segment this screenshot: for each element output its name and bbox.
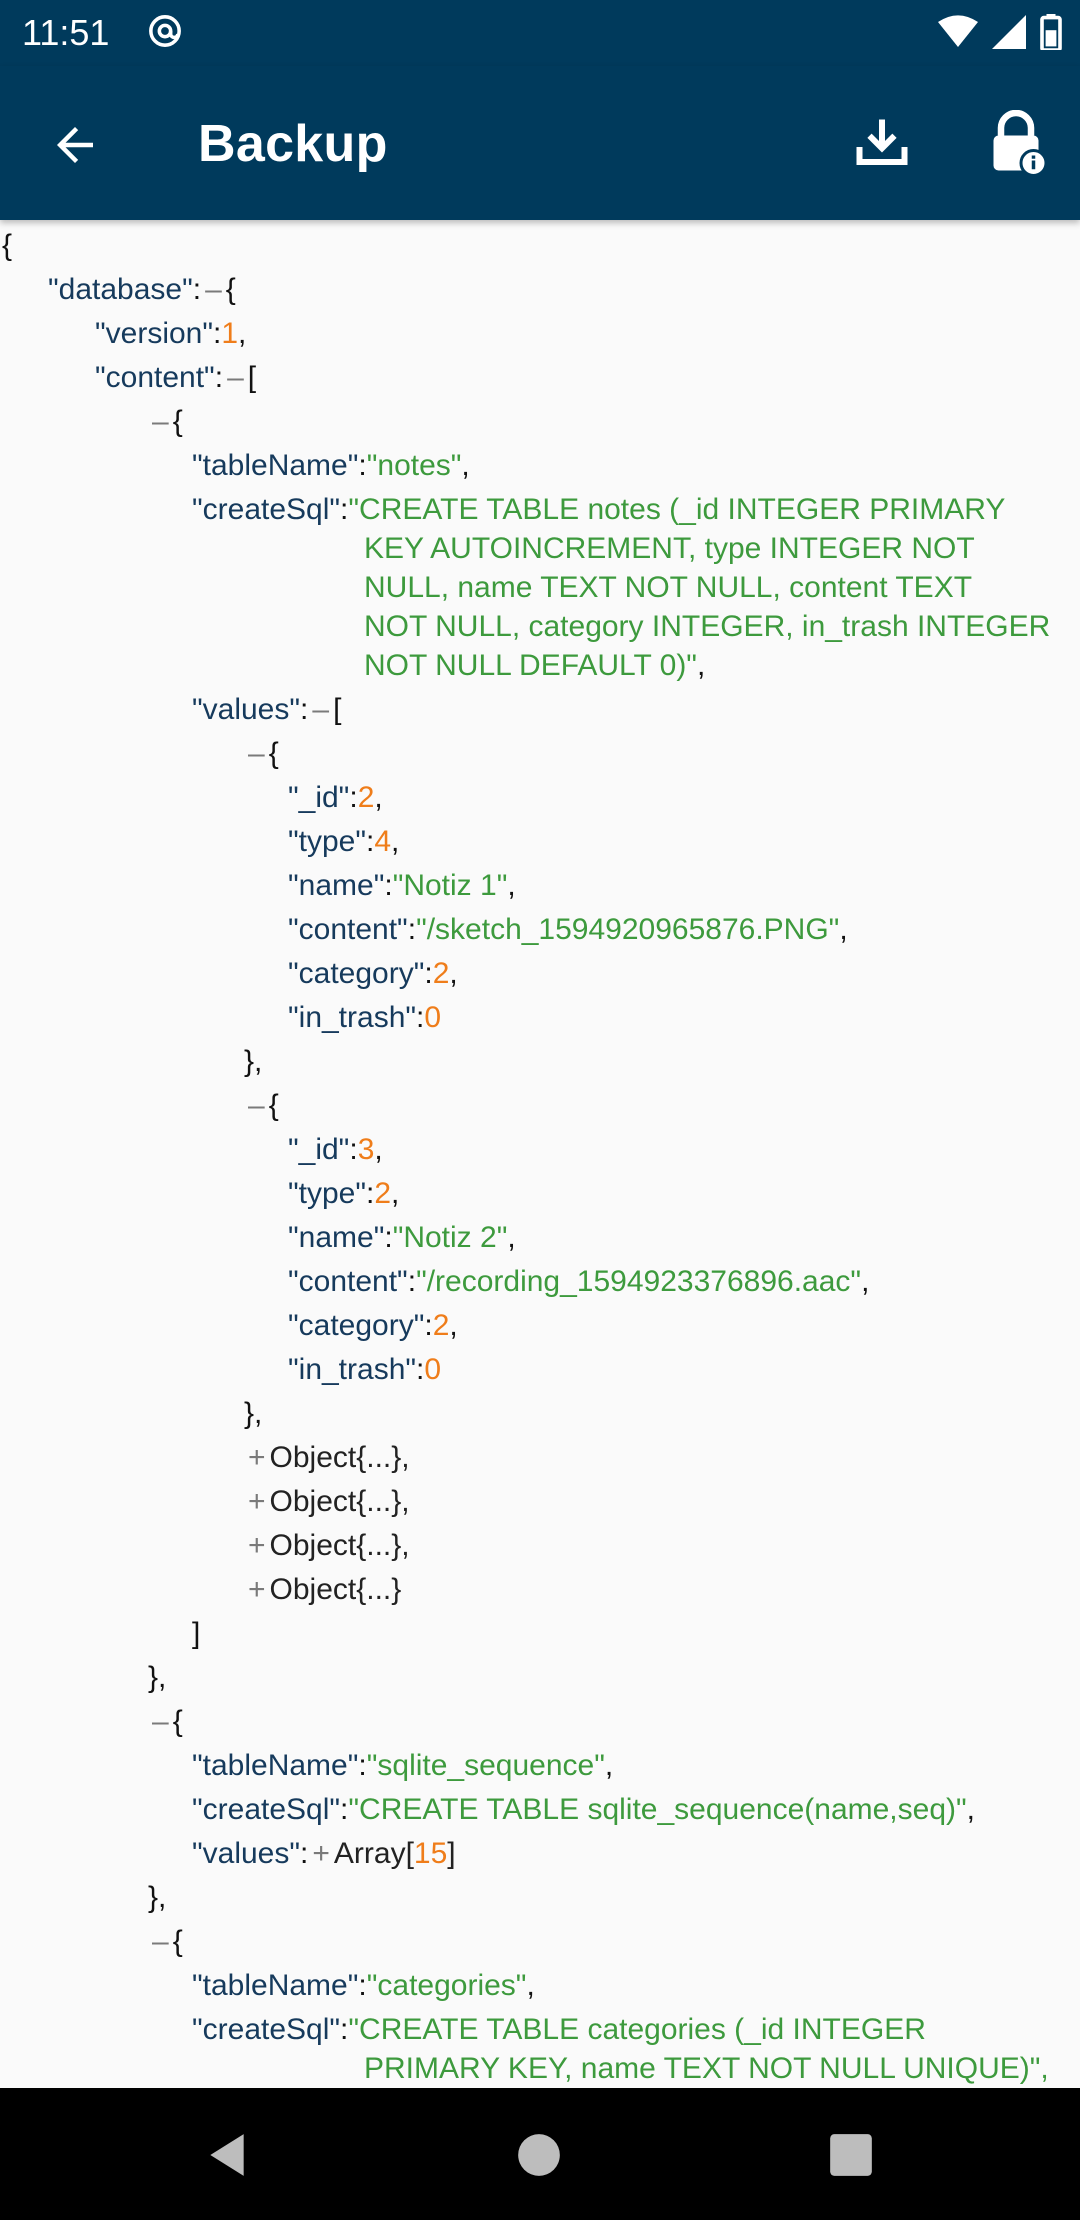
collapse-toggle[interactable]: –: [223, 361, 248, 394]
json-line-createsql-wrap: NULL, name TEXT NOT NULL, content TEXT: [364, 571, 973, 604]
json-line-content: "content": –[: [95, 361, 257, 394]
status-bar: 11:51: [0, 0, 1080, 66]
at-sign-icon: [149, 15, 181, 47]
json-line-database: "database": –{: [48, 273, 236, 306]
json-line-field: "category":2,: [288, 1309, 458, 1342]
collapse-toggle[interactable]: –: [148, 1925, 173, 1958]
nav-back-icon[interactable]: [202, 2130, 252, 2180]
collapse-toggle[interactable]: –: [148, 405, 173, 438]
collapsed-object[interactable]: + Object{...},: [244, 1482, 410, 1522]
json-line-field: "name":"Notiz 2",: [288, 1221, 516, 1254]
expand-toggle[interactable]: +: [244, 1573, 270, 1606]
json-line-version: "version":1,: [95, 317, 247, 350]
json-line-tablename: "tableName":"sqlite_sequence",: [192, 1749, 614, 1782]
json-line-createsql-wrap: NOT NULL, category INTEGER, in_trash INT…: [364, 610, 1051, 643]
json-line-object-close: },: [244, 1045, 263, 1078]
json-line-field: "content":"/recording_1594923376896.aac"…: [288, 1265, 870, 1298]
json-line-values: "values": –[: [192, 693, 342, 726]
json-line-field: "name":"Notiz 1",: [288, 869, 516, 902]
json-line-field: "type":2,: [288, 1177, 400, 1210]
json-line: {: [2, 229, 13, 262]
expand-toggle[interactable]: +: [244, 1485, 270, 1518]
json-line-tablename: "tableName":"notes",: [192, 449, 470, 482]
json-line-createsql-wrap: PRIMARY KEY, name TEXT NOT NULL UNIQUE)"…: [364, 2052, 1049, 2085]
json-line-field: "in_trash":0: [288, 1353, 442, 1386]
json-line-tablename: "tableName":"categories",: [192, 1969, 535, 2002]
wifi-icon: [938, 15, 978, 48]
collapsed-object[interactable]: + Object{...},: [244, 1526, 410, 1566]
json-line-field: "category":2,: [288, 957, 458, 990]
battery-icon: [1040, 14, 1062, 50]
json-line-object-open: –{: [244, 1086, 279, 1126]
nav-home-icon[interactable]: [514, 2130, 564, 2180]
lock-info-icon[interactable]: [986, 110, 1046, 176]
collapse-toggle[interactable]: –: [148, 1705, 173, 1738]
collapse-toggle[interactable]: –: [201, 273, 226, 306]
json-line-object-open: –{: [148, 1702, 183, 1742]
expand-toggle[interactable]: +: [308, 1837, 334, 1870]
expand-toggle[interactable]: +: [244, 1529, 270, 1562]
json-line-field: "in_trash":0: [288, 1001, 442, 1034]
nav-recents-icon[interactable]: [826, 2130, 876, 2180]
json-line-object-close: },: [148, 1661, 167, 1694]
json-line-object-close: },: [244, 1397, 263, 1430]
navigation-bar: [0, 2088, 1080, 2220]
json-line-object-open: –{: [148, 1922, 183, 1962]
json-line-object-open: –{: [244, 734, 279, 774]
json-line-createsql: "createSql":"CREATE TABLE notes (_id INT…: [192, 493, 1006, 526]
json-line-createsql-wrap: NOT NULL DEFAULT 0)",: [364, 649, 706, 682]
collapse-toggle[interactable]: –: [244, 737, 269, 770]
expand-toggle[interactable]: +: [244, 1441, 270, 1474]
json-line-values: "values": + Array[15]: [192, 1837, 456, 1870]
collapsed-object[interactable]: + Object{...}: [244, 1570, 401, 1610]
json-line-field: "content":"/sketch_1594920965876.PNG",: [288, 913, 848, 946]
signal-icon: [992, 15, 1026, 49]
json-viewer[interactable]: { "database": –{ "version":1, "content": –…: [0, 220, 1080, 2088]
status-time: 11:51: [22, 12, 110, 53]
json-line-createsql: "createSql":"CREATE TABLE sqlite_sequenc…: [192, 1793, 975, 1826]
json-line-field: "type":4,: [288, 825, 400, 858]
json-line-object-close: },: [148, 1881, 167, 1914]
download-icon[interactable]: [852, 112, 912, 172]
collapsed-object[interactable]: + Object{...},: [244, 1438, 410, 1478]
json-line-field: "_id":3,: [288, 1133, 383, 1166]
json-line-createsql: "createSql":"CREATE TABLE categories (_i…: [192, 2013, 926, 2046]
collapse-toggle[interactable]: –: [244, 1089, 269, 1122]
json-line-createsql-wrap: KEY AUTOINCREMENT, type INTEGER NOT: [364, 532, 975, 565]
back-arrow-icon[interactable]: [48, 118, 102, 172]
app-bar: Backup: [0, 66, 1080, 220]
json-line-field: "_id":2,: [288, 781, 383, 814]
json-line-array-close: ]: [192, 1617, 201, 1650]
collapse-toggle[interactable]: –: [308, 693, 333, 726]
page-title: Backup: [198, 115, 388, 173]
json-line-object-open: –{: [148, 402, 183, 442]
